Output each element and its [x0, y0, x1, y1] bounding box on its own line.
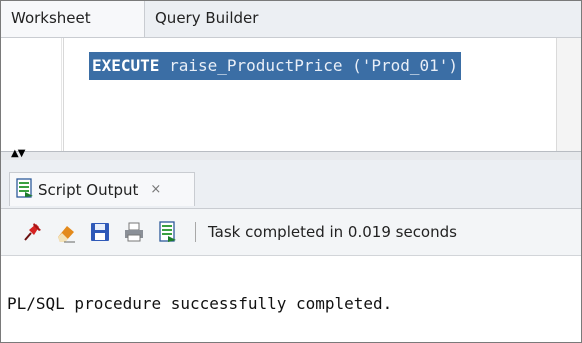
splitter-arrows-icon[interactable]: ▲▼	[11, 149, 25, 159]
output-toolbar: Task completed in 0.019 seconds	[1, 209, 581, 256]
code-text: raise_ProductPrice ('Prod_01')	[159, 56, 459, 75]
selected-code-line[interactable]: EXECUTE raise_ProductPrice ('Prod_01')	[89, 52, 462, 80]
eraser-icon[interactable]	[53, 219, 79, 245]
tab-script-output[interactable]: Script Output ×	[9, 172, 195, 206]
code-editor[interactable]: EXECUTE raise_ProductPrice ('Prod_01')	[1, 38, 581, 151]
toolbar-separator	[195, 222, 196, 242]
sql-developer-window: Worksheet Query Builder EXECUTE raise_Pr…	[0, 0, 582, 343]
task-status-text: Task completed in 0.019 seconds	[208, 223, 457, 241]
editor-scroll-gutter[interactable]	[556, 38, 581, 151]
save-icon[interactable]	[87, 219, 113, 245]
script-output-icon	[16, 177, 34, 202]
line-gutter	[1, 38, 64, 151]
output-tab-bar: Script Output ×	[1, 160, 581, 209]
print-icon[interactable]	[121, 219, 147, 245]
tab-query-builder[interactable]: Query Builder	[145, 1, 305, 37]
code-keyword: EXECUTE	[92, 56, 160, 75]
tab-query-builder-label: Query Builder	[155, 9, 259, 27]
script-icon[interactable]	[155, 219, 181, 245]
script-output-area[interactable]: PL/SQL procedure successfully completed.	[1, 256, 581, 342]
gutter-divider	[61, 38, 62, 151]
output-result-text: PL/SQL procedure successfully completed.	[7, 294, 393, 313]
tab-worksheet[interactable]: Worksheet	[1, 1, 145, 37]
pin-icon[interactable]	[19, 219, 45, 245]
close-icon[interactable]: ×	[150, 182, 161, 197]
tab-worksheet-label: Worksheet	[11, 9, 91, 27]
editor-tab-bar: Worksheet Query Builder	[1, 1, 581, 38]
script-output-label: Script Output	[38, 180, 139, 199]
